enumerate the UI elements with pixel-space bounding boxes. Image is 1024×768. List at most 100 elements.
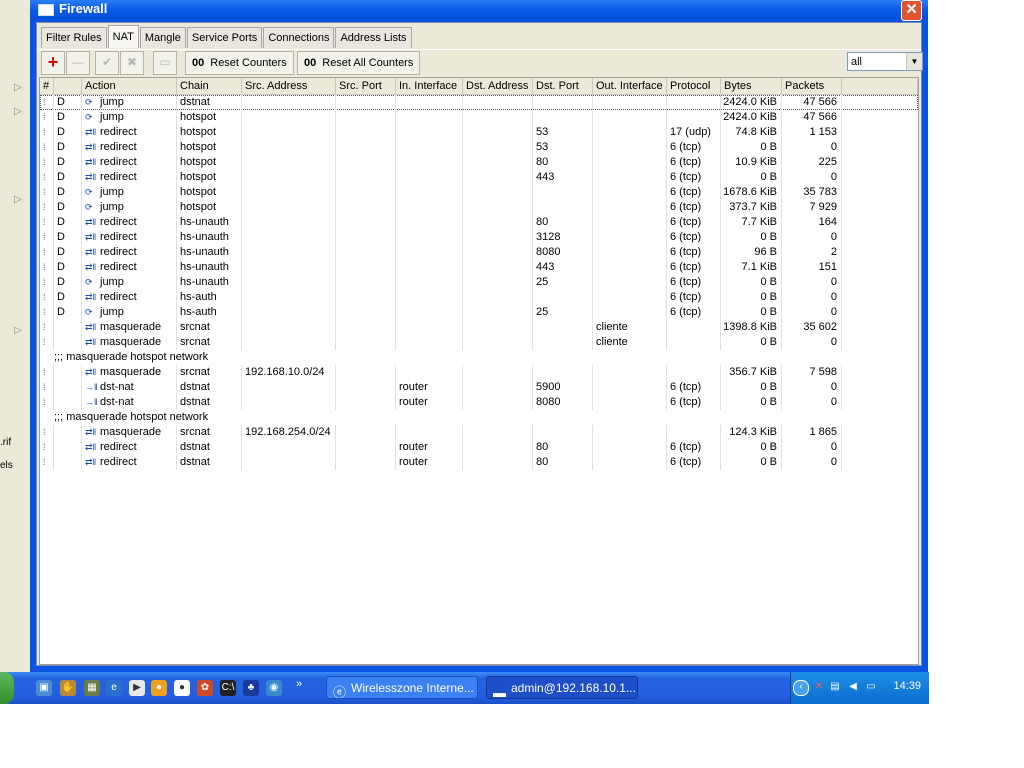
start-button[interactable]	[0, 672, 14, 704]
expand-arrow-icon[interactable]: ▷	[14, 106, 22, 117]
volume-icon[interactable]: ◀	[847, 681, 859, 693]
table-row[interactable]: ⁞ D ⇄‖ redirect hotspot 80 6 (tcp) 10.9 KiB 225	[40, 155, 918, 170]
table-row[interactable]: ⁞ ⇄‖ masquerade srcnat 192.168.254.0/24 124.3…	[40, 425, 918, 440]
column-header[interactable]: Protocol	[667, 78, 721, 94]
column-header[interactable]: #	[40, 78, 54, 94]
comment-row[interactable]: ;;; masquerade hotspot network	[40, 410, 918, 425]
table-row[interactable]: ⁞ D ⟳ jump hotspot 6 (tcp) 1678.6 KiB 35 783	[40, 185, 918, 200]
table-row[interactable]: ⁞ D ⟳ jump hotspot 6 (tcp) 373.7 KiB 7 929	[40, 200, 918, 215]
column-header[interactable]: Dst. Port	[533, 78, 593, 94]
column-header[interactable]: Action	[82, 78, 177, 94]
cell-proto: 6 (tcp)	[667, 380, 721, 395]
cell-flag: D	[54, 275, 82, 290]
dropdown-arrow-icon[interactable]: ▼	[906, 53, 922, 70]
cell-proto: 6 (tcp)	[667, 305, 721, 320]
table-row[interactable]: ⁞ D ⇄‖ redirect hs-unauth 3128 6 (tcp) 0 B0	[40, 230, 918, 245]
table-row[interactable]: ⁞ D ⇄‖ redirect hs-unauth 80 6 (tcp) 7.7 KiB 164	[40, 215, 918, 230]
column-header[interactable]: Bytes	[721, 78, 782, 94]
disable-x-icon[interactable]: ✖	[120, 51, 144, 75]
media-icon[interactable]: ▶	[129, 680, 145, 696]
taskbar-button-winbox[interactable]: ▬ admin@192.168.10.1...	[486, 676, 638, 699]
tray-expand-icon[interactable]: ‹	[793, 680, 809, 696]
table-row[interactable]: ⁞ ⇄‖ masquerade srcnat cliente 0 B0	[40, 335, 918, 350]
table-row[interactable]: ⁞ D ⇄‖ redirect hs-auth 6 (tcp) 0 B0	[40, 290, 918, 305]
table-row[interactable]: ⁞ D ⇄‖ redirect hs-unauth 8080 6 (tcp) 96 B2	[40, 245, 918, 260]
add-plus-icon[interactable]: +	[41, 51, 65, 75]
row-index-cell: ⁞	[40, 305, 54, 320]
column-header[interactable]: In. Interface	[396, 78, 463, 94]
table-row[interactable]: ⁞ D ⇄‖ redirect hotspot 443 6 (tcp) 0 B0	[40, 170, 918, 185]
expand-arrow-icon[interactable]: ▷	[14, 82, 22, 93]
cell-out	[593, 425, 667, 440]
table-row[interactable]: ⁞ ⇄‖ masquerade srcnat cliente 1398.8 KiB 35 6…	[40, 320, 918, 335]
ie-icon: ⓔ	[333, 685, 347, 699]
table-row[interactable]: ⁞ D ⟳ jump hs-unauth 25 6 (tcp) 0 B0	[40, 275, 918, 290]
table-row[interactable]: ⁞ D ⟳ jump hs-auth 25 6 (tcp) 0 B0	[40, 305, 918, 320]
title-bar[interactable]: Firewall ✕	[30, 0, 928, 21]
table-row[interactable]: ⁞ D ⟳ jump dstnat 2424.0 KiB 47 566	[40, 95, 918, 110]
cell-dport: 8080	[533, 395, 593, 410]
action-label: redirect	[100, 126, 137, 138]
cell-flag: D	[54, 155, 82, 170]
column-header[interactable]: Dst. Address	[463, 78, 533, 94]
enable-check-icon[interactable]: ✔	[95, 51, 119, 75]
table-row[interactable]: ⁞ ⇄‖ redirect dstnat router 80 6 (tcp) 0 B0	[40, 455, 918, 470]
column-header[interactable]	[54, 78, 82, 94]
table-row[interactable]: ⁞ D ⇄‖ redirect hs-unauth 443 6 (tcp) 7.1 KiB 15…	[40, 260, 918, 275]
table-row[interactable]: ⁞ ⇄‖ redirect dstnat router 80 6 (tcp) 0 B0	[40, 440, 918, 455]
column-header[interactable]: Src. Port	[336, 78, 396, 94]
quicklaunch-overflow-icon[interactable]: »	[296, 678, 302, 690]
expand-arrow-icon[interactable]: ▷	[14, 325, 22, 336]
quicklaunch-icon[interactable]: ●	[174, 680, 190, 696]
expand-arrow-icon[interactable]: ▷	[14, 194, 22, 205]
table-row[interactable]: ⁞ D ⇄‖ redirect hotspot 53 17 (udp) 74.8 KiB 1 1…	[40, 125, 918, 140]
cell-dport: 443	[533, 260, 593, 275]
tab-connections[interactable]: Connections	[263, 27, 335, 48]
tab-filter-rules[interactable]: Filter Rules	[41, 27, 107, 48]
quicklaunch-icon[interactable]: ▦	[84, 680, 100, 696]
column-header[interactable]: Out. Interface	[593, 78, 667, 94]
filter-dropdown[interactable]: all ▼	[847, 52, 923, 71]
ie-icon[interactable]: e	[106, 680, 122, 696]
reset-all-counters-button[interactable]: 00 Reset All Counters	[297, 51, 421, 75]
network-icon[interactable]: ▤	[829, 681, 841, 693]
table-row[interactable]: ⁞ D ⟳ jump hotspot 2424.0 KiB 47 566	[40, 110, 918, 125]
comment-row[interactable]: ;;; masquerade hotspot network	[40, 350, 918, 365]
redirect-icon: ⇄‖	[85, 457, 97, 467]
cell-dst	[463, 260, 533, 275]
quicklaunch-icon[interactable]: ♣	[243, 680, 259, 696]
quicklaunch-icon[interactable]: ✿	[197, 680, 213, 696]
column-header[interactable]: Src. Address	[242, 78, 336, 94]
quicklaunch-icon[interactable]: ✋	[60, 680, 76, 696]
close-button[interactable]: ✕	[901, 0, 922, 21]
remove-minus-icon[interactable]: —	[66, 51, 90, 75]
comment-note-icon[interactable]: ▭	[153, 51, 177, 75]
cmd-icon[interactable]: C:\	[220, 680, 236, 696]
tab-nat[interactable]: NAT	[107, 25, 139, 48]
quicklaunch-icon[interactable]: ◉	[266, 680, 282, 696]
cell-flag	[54, 440, 82, 455]
cell-packets: 0	[782, 455, 842, 470]
taskbar-button-browser[interactable]: ⓔ Wirelesszone Interne...	[326, 676, 478, 699]
table-row[interactable]: ⁞ →‖ dst-nat dstnat router 5900 6 (tcp) 0 B0	[40, 380, 918, 395]
column-header[interactable]: Chain	[177, 78, 242, 94]
column-header[interactable]: Packets	[782, 78, 842, 94]
display-icon[interactable]: ▭	[865, 681, 877, 693]
tab-address-lists[interactable]: Address Lists	[335, 27, 412, 48]
cell-packets: 164	[782, 215, 842, 230]
tab-service-ports[interactable]: Service Ports	[186, 27, 263, 48]
quicklaunch-icon[interactable]: ●	[151, 680, 167, 696]
reset-counters-button[interactable]: 00 Reset Counters	[185, 51, 294, 75]
cell-bytes: 0 B	[721, 440, 782, 455]
cell-src	[242, 140, 336, 155]
table-row[interactable]: ⁞ D ⇄‖ redirect hotspot 53 6 (tcp) 0 B0	[40, 140, 918, 155]
tab-mangle[interactable]: Mangle	[139, 27, 186, 48]
table-row[interactable]: ⁞ ⇄‖ masquerade srcnat 192.168.10.0/24 356.7 …	[40, 365, 918, 380]
cell-proto	[667, 320, 721, 335]
network-disconnected-icon[interactable]: ✕	[813, 681, 825, 693]
cell-flag: D	[54, 290, 82, 305]
quicklaunch-icon[interactable]: ▣	[36, 680, 52, 696]
table-row[interactable]: ⁞ →‖ dst-nat dstnat router 8080 6 (tcp) 0 B0	[40, 395, 918, 410]
tab-bar: Filter Rules NAT Mangle Service Ports Connec…	[41, 25, 413, 48]
masquerade-icon: ⇄‖	[85, 427, 97, 437]
